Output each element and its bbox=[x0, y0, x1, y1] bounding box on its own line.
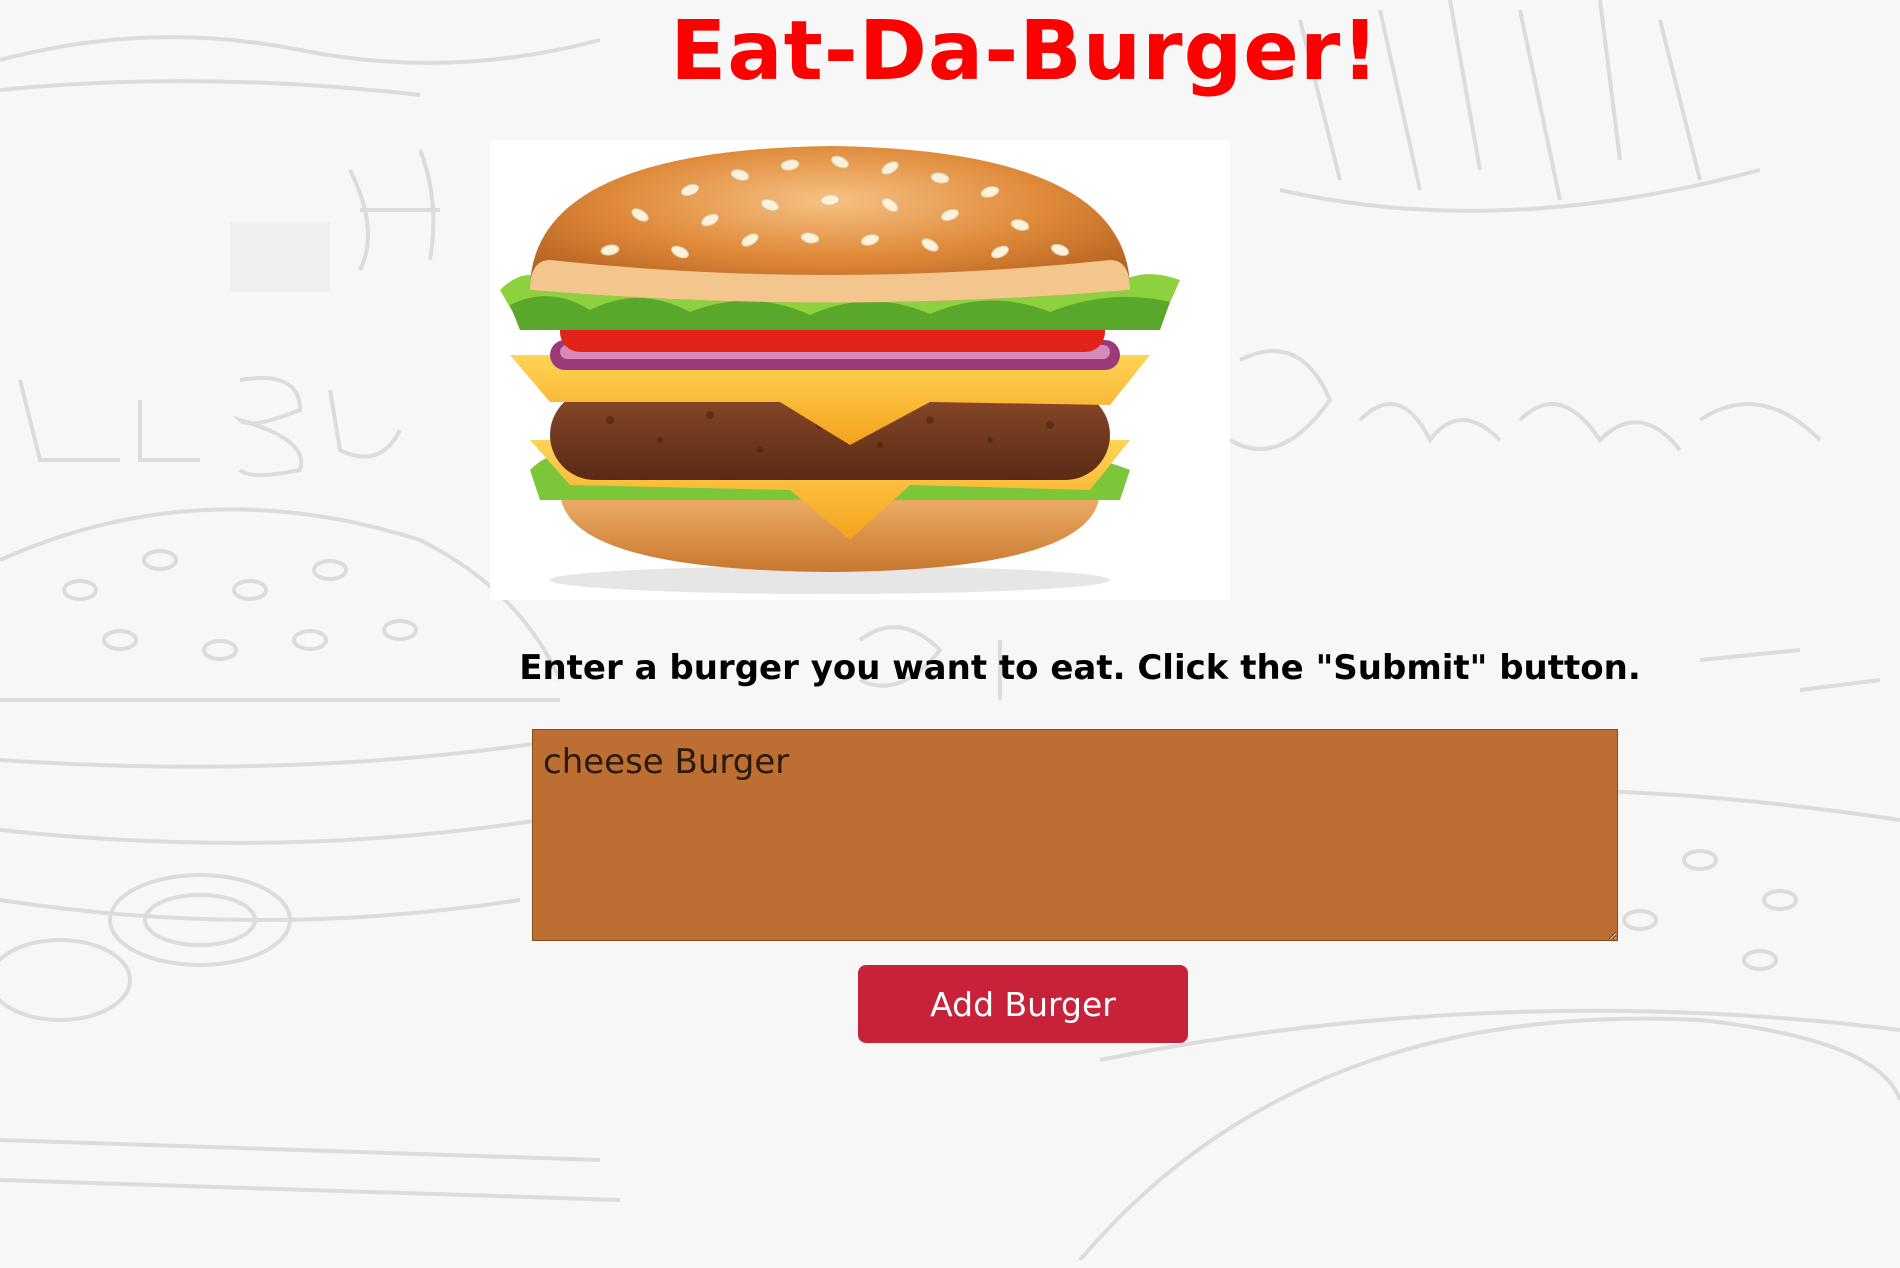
form-instructions: Enter a burger you want to eat. Click th… bbox=[519, 648, 1641, 688]
hamburger-image bbox=[490, 140, 1230, 600]
background-watermark bbox=[230, 222, 330, 292]
add-burger-button[interactable]: Add Burger bbox=[858, 965, 1188, 1043]
page-title: Eat-Da-Burger! bbox=[670, 4, 1380, 99]
page: Eat-Da-Burger! Enter a burger you want t… bbox=[0, 0, 1900, 1268]
burger-name-textarea[interactable]: cheese Burger bbox=[532, 729, 1618, 941]
